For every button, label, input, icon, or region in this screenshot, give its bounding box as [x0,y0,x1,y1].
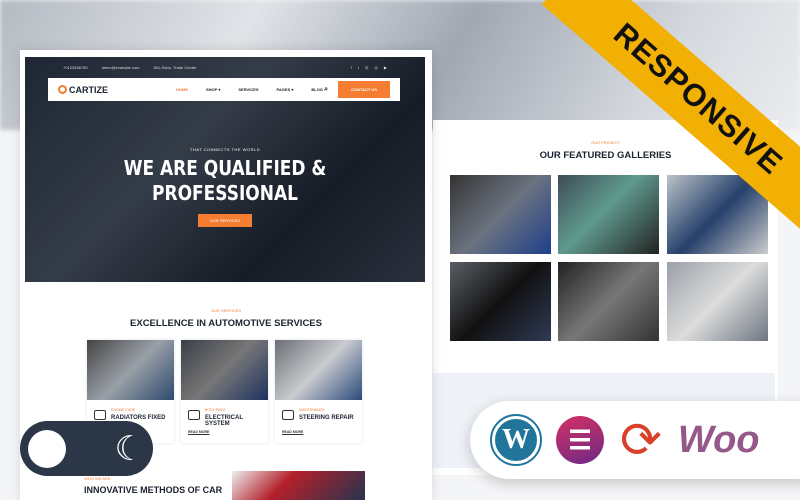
gallery-image[interactable] [450,262,551,341]
hero-tagline: THAT CONNECTS THE WORLD [189,147,261,152]
gear-icon [58,85,67,94]
woocommerce-logo: Woo [677,418,760,461]
nav-blog[interactable]: BLOG [311,87,323,92]
about-tag: WHO WE ARE [84,476,111,481]
toggle-knob[interactable] [28,429,66,468]
address: 501-Sobo, Trade Center [153,64,197,70]
engine-icon [94,410,106,420]
hero-title: WE ARE QUALIFIED & PROFESSIONAL [123,156,327,205]
instagram-icon[interactable]: ◎ [365,65,369,70]
about-title: INNOVATIVE METHODS OF CAR [84,485,223,495]
car-icon [282,410,294,420]
facebook-icon[interactable]: f [351,65,352,70]
moon-icon: ☾ [114,429,145,468]
gallery-image[interactable] [450,175,551,254]
about-image [232,471,365,500]
nav-home[interactable]: HOME [176,87,188,92]
services-title: EXCELLENCE IN AUTOMOTIVE SERVICES [130,318,322,329]
phone: +0123456789 [63,64,88,70]
service-card[interactable]: MAINTENANCE STEERING REPAIR READ MORE [275,340,362,443]
contact-button[interactable]: CONTACT US [338,81,390,98]
youtube-icon[interactable]: ▶ [384,65,387,70]
gallery-image[interactable] [667,262,768,341]
read-more-link[interactable]: READ MORE [188,430,209,434]
dribbble-icon[interactable]: ◎ [374,65,378,70]
read-more-link[interactable]: READ MORE [282,430,303,434]
plugins-bar: W ☰ ⟳ Woo [470,401,800,479]
wordpress-icon: W [490,414,542,466]
top-bar: +0123456789 demo@example.com 501-Sobo, T… [25,57,425,77]
navbar: CARTIZE HOME SHOP ▾ SERVICES PAGES ▾ BLO… [48,78,400,101]
service-card[interactable]: BODY PAINT ELECTRICAL SYSTEM READ MORE [181,340,268,443]
nav-shop[interactable]: SHOP ▾ [206,87,220,92]
services-tag: OUR SERVICES [210,308,242,313]
dark-mode-toggle[interactable]: ☾ [20,421,153,476]
sync-icon: ⟳ [620,412,662,468]
gallery-image[interactable] [558,262,659,341]
our-services-button[interactable]: OUR SERVICES [197,214,253,227]
twitter-icon[interactable]: t [358,65,359,70]
gallery-image[interactable] [558,175,659,254]
mechanic-icon [188,410,200,420]
logo[interactable]: CARTIZE [58,85,108,95]
nav-services[interactable]: SERVICES [238,87,258,92]
hero-section: +0123456789 demo@example.com 501-Sobo, T… [25,57,425,282]
search-icon[interactable]: ⌕ [324,86,328,94]
email: demo@example.com [101,64,140,70]
elementor-icon: ☰ [556,416,604,464]
nav-pages[interactable]: PAGES ▾ [277,87,294,92]
